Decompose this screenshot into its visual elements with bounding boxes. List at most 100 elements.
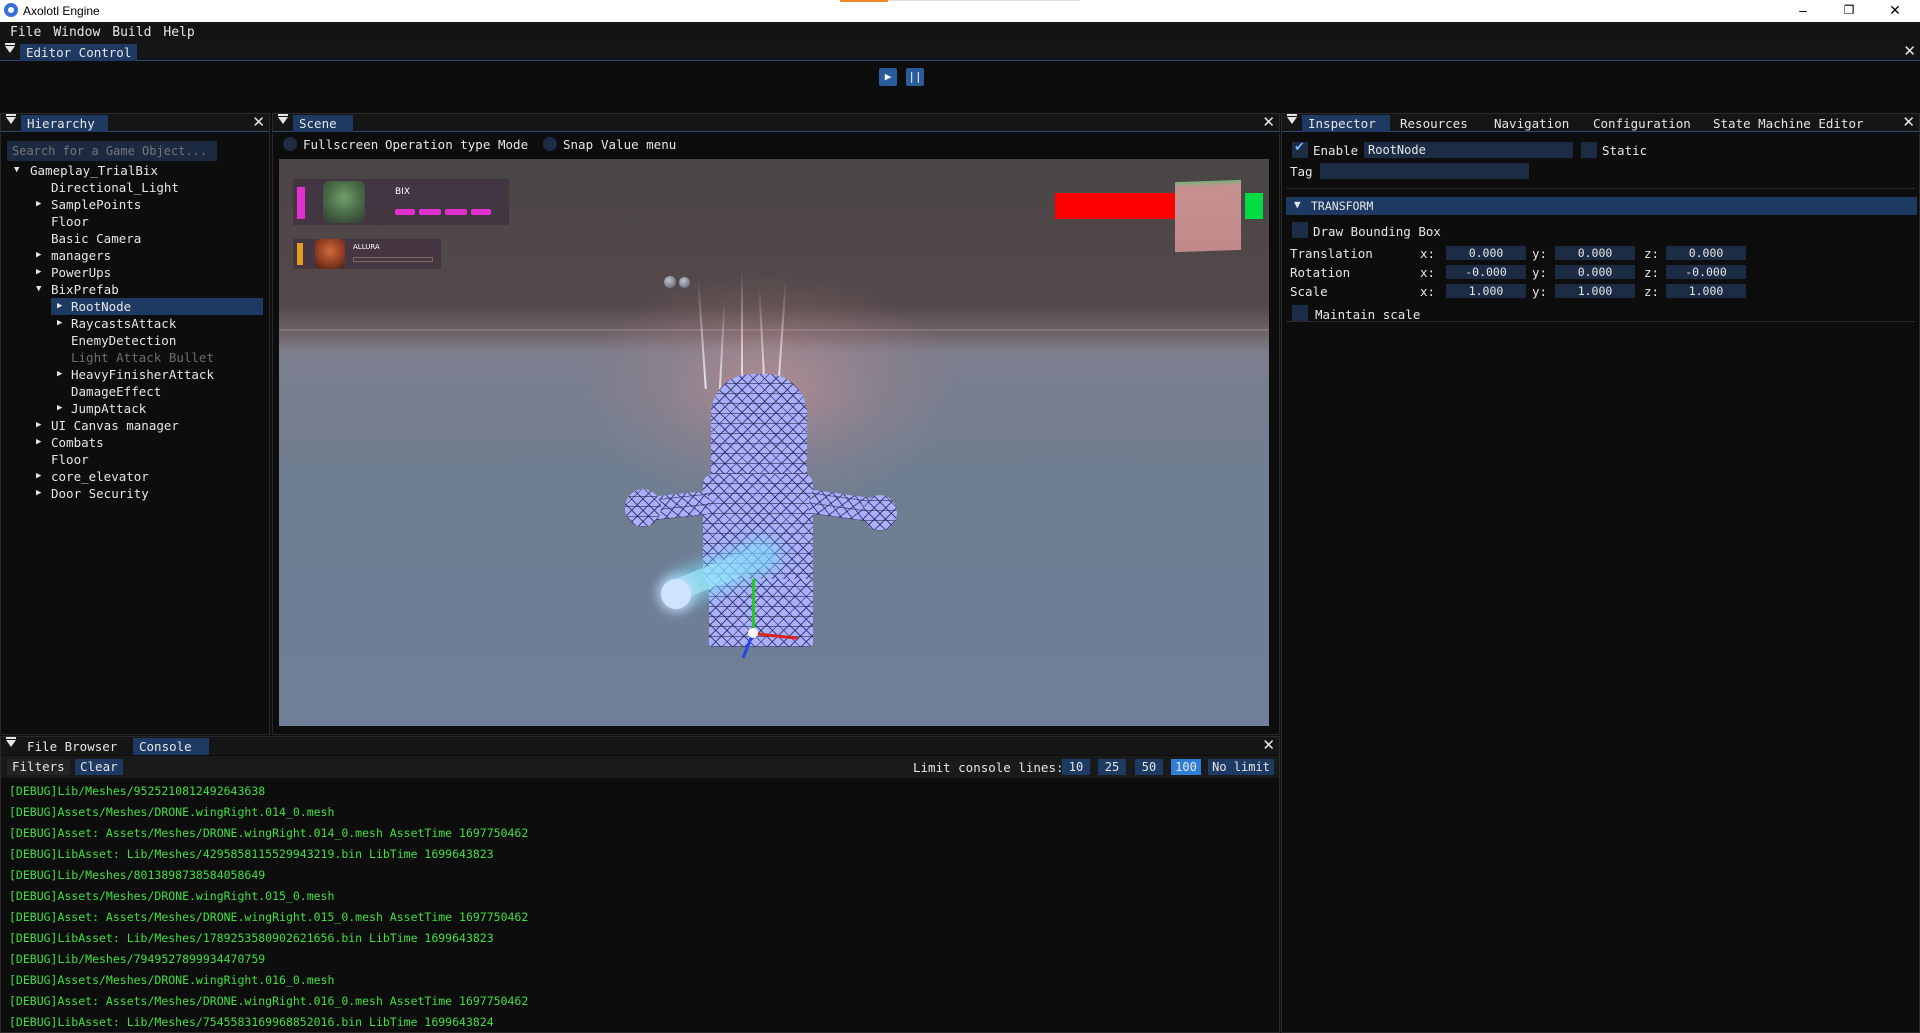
rotation-x-field[interactable]: -0.000: [1446, 265, 1526, 279]
rotation-z-field[interactable]: -0.000: [1666, 265, 1746, 279]
scale-x-field[interactable]: 1.000: [1446, 284, 1526, 298]
snap-toggle[interactable]: [543, 137, 557, 151]
filters-button[interactable]: Filters: [7, 759, 70, 775]
menu-window[interactable]: Window: [47, 22, 106, 40]
collapse-icon[interactable]: [1287, 114, 1297, 124]
maintain-scale-label: Maintain scale: [1315, 307, 1421, 322]
tree-node[interactable]: Floor: [7, 213, 263, 230]
no-limit-button[interactable]: No limit: [1208, 759, 1274, 775]
rotation-y-field[interactable]: 0.000: [1555, 265, 1635, 279]
collapse-icon[interactable]: [6, 737, 16, 747]
tab-editor-control[interactable]: Editor Control: [20, 44, 138, 61]
tab-hierarchy[interactable]: Hierarchy: [21, 115, 108, 132]
limit-10-button[interactable]: 10: [1062, 759, 1090, 775]
clear-button[interactable]: Clear: [75, 759, 123, 775]
tab-scene[interactable]: Scene: [293, 115, 353, 132]
close-scene-button[interactable]: ✕: [1262, 114, 1275, 131]
name-field[interactable]: RootNode: [1364, 142, 1573, 158]
tab-configuration[interactable]: Configuration: [1587, 115, 1697, 132]
maximize-button[interactable]: ❐: [1826, 0, 1872, 22]
menu-help[interactable]: Help: [157, 22, 200, 40]
expand-arrow-icon[interactable]: ▶: [36, 196, 46, 213]
minimize-button[interactable]: –: [1780, 0, 1826, 22]
tab-navigation[interactable]: Navigation: [1488, 115, 1575, 132]
pause-button[interactable]: ||: [906, 68, 924, 86]
tree-node[interactable]: ▶ JumpAttack: [7, 400, 263, 417]
tree-node[interactable]: ▶ HeavyFinisherAttack: [7, 366, 263, 383]
tree-node-selected[interactable]: ▶ RootNode: [51, 298, 263, 315]
expand-arrow-icon[interactable]: ▼: [36, 281, 46, 298]
tree-node[interactable]: ▶ PowerUps: [7, 264, 263, 281]
limit-100-button[interactable]: 100: [1171, 759, 1201, 775]
tree-node-disabled[interactable]: Light Attack Bullet: [7, 349, 263, 366]
tab-state-machine-editor[interactable]: State Machine Editor: [1707, 115, 1870, 132]
play-button[interactable]: ▶: [879, 68, 897, 86]
expand-arrow-icon[interactable]: ▶: [36, 264, 46, 281]
snap-label[interactable]: Snap: [563, 137, 593, 152]
tree-node[interactable]: ▶ RaycastsAttack: [7, 315, 263, 332]
tree-node[interactable]: Directional_Light: [7, 179, 263, 196]
menu-build[interactable]: Build: [106, 22, 157, 40]
tree-node[interactable]: ▶ Door Security: [7, 485, 263, 502]
expand-arrow-icon[interactable]: ▶: [36, 417, 46, 434]
collapse-icon[interactable]: [278, 114, 288, 124]
value-menu[interactable]: Value menu: [601, 137, 676, 152]
collapse-icon[interactable]: [5, 43, 15, 53]
expand-arrow-icon[interactable]: ▶: [57, 315, 67, 332]
fullscreen-toggle[interactable]: [283, 137, 297, 151]
gizmo-origin[interactable]: [748, 628, 758, 638]
hierarchy-search-input[interactable]: [7, 141, 217, 161]
expand-arrow-icon[interactable]: ▶: [57, 400, 67, 417]
draw-bounding-box-checkbox[interactable]: [1292, 222, 1308, 238]
translation-y-field[interactable]: 0.000: [1555, 246, 1635, 260]
transform-section-header[interactable]: ▼ TRANSFORM: [1286, 197, 1917, 215]
expand-arrow-icon[interactable]: ▼: [14, 162, 24, 179]
tree-node[interactable]: ▶ managers: [7, 247, 263, 264]
tab-console[interactable]: Console: [133, 738, 209, 755]
close-hierarchy-button[interactable]: ✕: [252, 114, 265, 131]
tree-node[interactable]: Basic Camera: [7, 230, 263, 247]
expand-arrow-icon[interactable]: ▶: [36, 485, 46, 502]
tab-file-browser[interactable]: File Browser: [21, 738, 123, 755]
vfx-spike: [777, 279, 787, 389]
collapse-icon[interactable]: [6, 114, 16, 124]
expand-arrow-icon[interactable]: ▶: [36, 468, 46, 485]
tree-node[interactable]: ▶ core_elevator: [7, 468, 263, 485]
tree-node[interactable]: Floor: [7, 451, 263, 468]
tree-node[interactable]: ▼ BixPrefab: [7, 281, 263, 298]
tree-node[interactable]: ▶ SamplePoints: [7, 196, 263, 213]
maintain-scale-checkbox[interactable]: [1292, 305, 1308, 321]
close-window-button[interactable]: ✕: [1872, 0, 1918, 22]
limit-50-button[interactable]: 50: [1135, 759, 1163, 775]
tree-node[interactable]: ▶ UI Canvas manager: [7, 417, 263, 434]
tag-field[interactable]: [1320, 163, 1529, 179]
tab-inspector[interactable]: Inspector: [1302, 115, 1390, 132]
character-wireframe[interactable]: [625, 269, 931, 659]
tree-node[interactable]: ▼ Gameplay_TrialBix: [7, 162, 263, 179]
tab-resources[interactable]: Resources: [1394, 115, 1474, 132]
expand-arrow-icon[interactable]: ▶: [57, 366, 67, 383]
close-console-button[interactable]: ✕: [1262, 737, 1275, 754]
enable-checkbox[interactable]: [1292, 140, 1308, 158]
close-inspector-button[interactable]: ✕: [1902, 114, 1915, 131]
fullscreen-label[interactable]: Fullscreen: [303, 137, 378, 152]
scene-viewport[interactable]: BIX ALLURA: [279, 159, 1269, 726]
tree-node[interactable]: ▶ Combats: [7, 434, 263, 451]
expand-arrow-icon[interactable]: ▶: [57, 298, 67, 315]
operation-type-menu[interactable]: Operation type: [385, 137, 490, 152]
tree-node-label: Light Attack Bullet: [71, 350, 214, 365]
tree-node[interactable]: DamageEffect: [7, 383, 263, 400]
translation-z-field[interactable]: 0.000: [1666, 246, 1746, 260]
close-editor-control-button[interactable]: ✕: [1903, 43, 1916, 60]
translation-x-field[interactable]: 0.000: [1446, 246, 1526, 260]
expand-arrow-icon[interactable]: ▶: [36, 434, 46, 451]
static-checkbox[interactable]: [1581, 142, 1597, 158]
tree-node[interactable]: EnemyDetection: [7, 332, 263, 349]
scale-z-field[interactable]: 1.000: [1666, 284, 1746, 298]
scale-y-field[interactable]: 1.000: [1555, 284, 1635, 298]
menu-file[interactable]: File: [0, 22, 47, 40]
mode-menu[interactable]: Mode: [498, 137, 528, 152]
limit-25-button[interactable]: 25: [1098, 759, 1126, 775]
expand-arrow-icon[interactable]: ▶: [36, 247, 46, 264]
tree-node-label: Door Security: [51, 486, 149, 501]
